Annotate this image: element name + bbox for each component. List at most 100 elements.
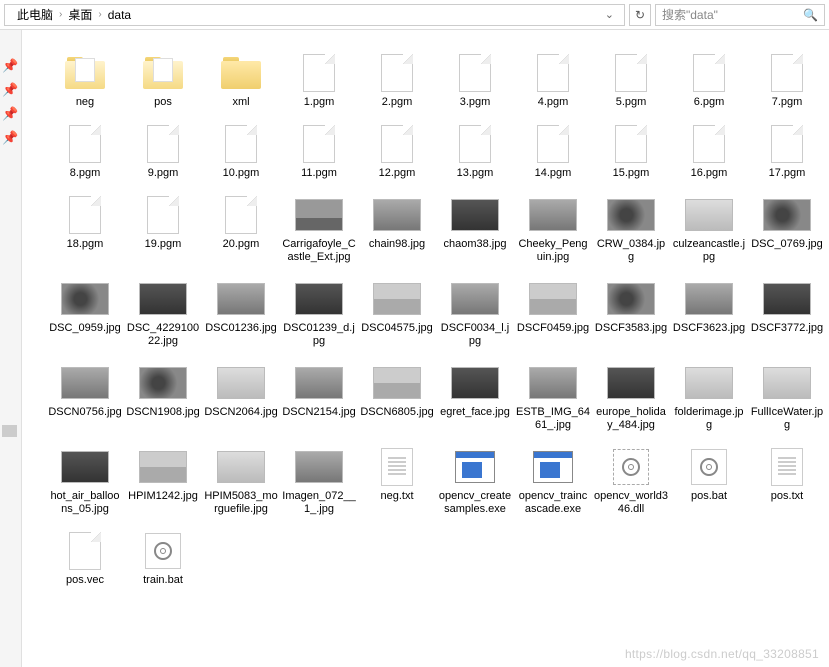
file-item[interactable]: 20.pgm	[202, 190, 280, 266]
file-item[interactable]: DSC04575.jpg	[358, 274, 436, 350]
file-item[interactable]: xml	[202, 48, 280, 111]
file-item[interactable]: DSCN0756.jpg	[46, 358, 124, 434]
image-thumbnail	[529, 199, 577, 231]
batch-file-icon	[691, 449, 727, 485]
file-icon	[225, 125, 257, 163]
file-item[interactable]: 4.pgm	[514, 48, 592, 111]
file-item[interactable]: DSCF3623.jpg	[670, 274, 748, 350]
breadcrumb[interactable]: 此电脑 › 桌面 › data ⌄	[4, 4, 625, 26]
file-item[interactable]: opencv_traincascade.exe	[514, 442, 592, 518]
file-label: CRW_0384.jpg	[594, 238, 668, 264]
image-thumbnail	[373, 367, 421, 399]
file-item[interactable]: DSCF0034_l.jpg	[436, 274, 514, 350]
file-list-pane[interactable]: neg posxml1.pgm 2.pgm 3.pgm4.pgm5.pgm6.pgm7…	[22, 30, 829, 667]
pin-icon[interactable]: 📌	[0, 82, 21, 98]
file-item[interactable]: egret_face.jpg	[436, 358, 514, 434]
file-item[interactable]: europe_holiday_484.jpg	[592, 358, 670, 434]
file-item[interactable]: folderimage.jpg	[670, 358, 748, 434]
file-item[interactable]: DSCF0459.jpg	[514, 274, 592, 350]
file-item[interactable]: HPIM1242.jpg	[124, 442, 202, 518]
file-label: DSCF3623.jpg	[673, 322, 745, 335]
file-item[interactable]: pos.txt	[748, 442, 826, 518]
file-item[interactable]: opencv_world346.dll	[592, 442, 670, 518]
file-item[interactable]: HPIM5083_morguefile.jpg	[202, 442, 280, 518]
breadcrumb-dropdown-icon[interactable]: ⌄	[599, 8, 620, 21]
file-item[interactable]: DSC_0959.jpg	[46, 274, 124, 350]
scrollbar-thumb[interactable]	[2, 425, 17, 437]
file-item[interactable]: DSCN1908.jpg	[124, 358, 202, 434]
file-item[interactable]: 19.pgm	[124, 190, 202, 266]
file-item[interactable]: 10.pgm	[202, 119, 280, 182]
file-item[interactable]: 8.pgm	[46, 119, 124, 182]
file-item[interactable]: neg	[46, 48, 124, 111]
file-item[interactable]: DSCN2064.jpg	[202, 358, 280, 434]
file-item[interactable]: 17.pgm	[748, 119, 826, 182]
file-item[interactable]: DSCN2154.jpg	[280, 358, 358, 434]
crumb-root[interactable]: 此电脑	[13, 6, 57, 23]
file-item[interactable]: 2.pgm	[358, 48, 436, 111]
file-label: 9.pgm	[148, 167, 179, 180]
search-input[interactable]: 搜索"data" 🔍	[655, 4, 825, 26]
file-item[interactable]: DSC_422910022.jpg	[124, 274, 202, 350]
file-item[interactable]: chaom38.jpg	[436, 190, 514, 266]
file-item[interactable]: 6.pgm	[670, 48, 748, 111]
file-item[interactable]: pos.vec	[46, 526, 124, 589]
file-icon	[537, 54, 569, 92]
file-item[interactable]: 14.pgm	[514, 119, 592, 182]
file-label: opencv_traincascade.exe	[516, 490, 590, 516]
file-item[interactable]: DSCF3772.jpg	[748, 274, 826, 350]
image-thumbnail	[61, 451, 109, 483]
file-item[interactable]: 7.pgm	[748, 48, 826, 111]
pin-icon[interactable]: 📌	[0, 106, 21, 122]
file-item[interactable]: Imagen_072__1_.jpg	[280, 442, 358, 518]
pin-icon[interactable]: 📌	[0, 58, 21, 74]
image-thumbnail	[685, 283, 733, 315]
file-item[interactable]: opencv_createsamples.exe	[436, 442, 514, 518]
image-thumbnail	[295, 367, 343, 399]
file-item[interactable]: 18.pgm	[46, 190, 124, 266]
file-item[interactable]: DSCF3583.jpg	[592, 274, 670, 350]
file-item[interactable]: 1.pgm	[280, 48, 358, 111]
file-label: neg	[76, 96, 94, 109]
pin-icon[interactable]: 📌	[0, 130, 21, 146]
file-item[interactable]: 13.pgm	[436, 119, 514, 182]
file-item[interactable]: 3.pgm	[436, 48, 514, 111]
folder-icon	[221, 57, 261, 89]
file-item[interactable]: DSC01239_d.jpg	[280, 274, 358, 350]
file-label: opencv_createsamples.exe	[438, 490, 512, 516]
file-item[interactable]: pos.bat	[670, 442, 748, 518]
file-label: 2.pgm	[382, 96, 413, 109]
file-item[interactable]: chain98.jpg	[358, 190, 436, 266]
file-label: HPIM1242.jpg	[128, 490, 198, 503]
file-item[interactable]: train.bat	[124, 526, 202, 589]
file-item[interactable]: DSC01236.jpg	[202, 274, 280, 350]
file-label: 15.pgm	[613, 167, 650, 180]
file-item[interactable]: hot_air_balloons_05.jpg	[46, 442, 124, 518]
file-item[interactable]: DSCN6805.jpg	[358, 358, 436, 434]
file-item[interactable]: CRW_0384.jpg	[592, 190, 670, 266]
file-item[interactable]: culzeancastle.jpg	[670, 190, 748, 266]
file-item[interactable]: ESTB_IMG_6461_.jpg	[514, 358, 592, 434]
file-item[interactable]: 9.pgm	[124, 119, 202, 182]
file-label: egret_face.jpg	[440, 406, 510, 419]
file-item[interactable]: 5.pgm	[592, 48, 670, 111]
folder-icon	[65, 57, 105, 89]
file-item[interactable]: 16.pgm	[670, 119, 748, 182]
crumb-desktop[interactable]: 桌面	[64, 6, 96, 23]
file-label: 14.pgm	[535, 167, 572, 180]
refresh-button[interactable]: ↻	[629, 4, 651, 26]
file-item[interactable]: 15.pgm	[592, 119, 670, 182]
file-label: hot_air_balloons_05.jpg	[48, 490, 122, 516]
file-item[interactable]: DSC_0769.jpg	[748, 190, 826, 266]
file-item[interactable]: Cheeky_Penguin.jpg	[514, 190, 592, 266]
crumb-folder[interactable]: data	[104, 8, 135, 22]
file-item[interactable]: pos	[124, 48, 202, 111]
file-label: DSCF3772.jpg	[751, 322, 823, 335]
file-item[interactable]: 11.pgm	[280, 119, 358, 182]
file-item[interactable]: neg.txt	[358, 442, 436, 518]
image-thumbnail	[217, 367, 265, 399]
file-item[interactable]: FullIceWater.jpg	[748, 358, 826, 434]
file-item[interactable]: 12.pgm	[358, 119, 436, 182]
file-item[interactable]: Carrigafoyle_Castle_Ext.jpg	[280, 190, 358, 266]
image-thumbnail	[607, 199, 655, 231]
